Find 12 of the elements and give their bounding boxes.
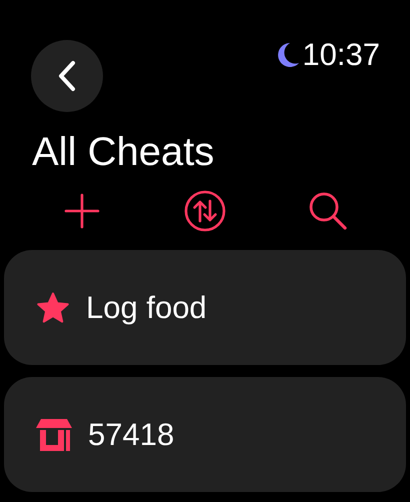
search-icon[interactable] bbox=[308, 191, 348, 231]
list-item[interactable]: 57418 bbox=[4, 377, 406, 492]
item-label: Log food bbox=[86, 290, 207, 326]
list-item[interactable]: Log food bbox=[4, 250, 406, 365]
back-icon bbox=[58, 60, 76, 92]
clock-time: 10:37 bbox=[302, 40, 380, 70]
star-icon bbox=[36, 292, 70, 324]
sort-icon[interactable] bbox=[184, 190, 226, 232]
add-icon[interactable] bbox=[64, 193, 100, 229]
page-title: All Cheats bbox=[32, 129, 216, 176]
store-icon bbox=[36, 418, 72, 450]
item-label: 57418 bbox=[88, 416, 174, 452]
